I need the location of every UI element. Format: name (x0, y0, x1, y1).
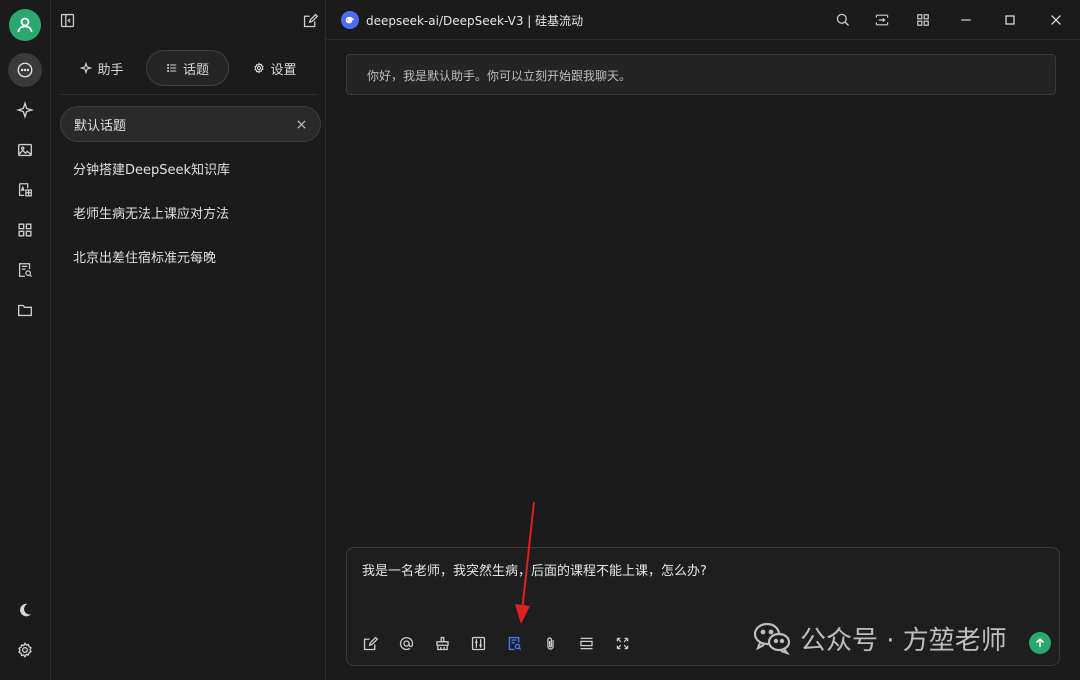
topic-item-default[interactable]: 默认话题 (60, 106, 321, 142)
grid-icon (917, 14, 929, 26)
sidebar-toggle-icon (60, 13, 74, 27)
image-icon (18, 143, 32, 157)
close-icon (1051, 15, 1061, 25)
mention-tool[interactable] (396, 633, 416, 653)
topic-item[interactable]: 北京出差住宿标准元每晚 (60, 238, 321, 274)
icon-rail (0, 0, 51, 680)
search-icon (836, 13, 850, 27)
panel-toolbar (51, 0, 326, 40)
assistant-greeting: 你好，我是默认助手。你可以立刻开始跟我聊天。 (346, 54, 1056, 95)
list-icon (167, 63, 177, 73)
close-icon (296, 119, 306, 129)
minimize-button[interactable] (955, 9, 977, 31)
knowledge-base-tool[interactable] (504, 633, 524, 653)
tab-assistant[interactable]: 助手 (68, 50, 136, 86)
gear-icon (254, 62, 265, 74)
tab-settings[interactable]: 设置 (240, 50, 310, 86)
settings-tool[interactable] (468, 633, 488, 653)
split-layout-icon (875, 14, 889, 26)
grid-icon (18, 223, 32, 237)
expand-lines-icon (579, 637, 593, 649)
attach-tool[interactable] (540, 633, 560, 653)
moon-icon (20, 603, 32, 617)
edit-icon (303, 13, 318, 27)
send-button[interactable] (1029, 632, 1051, 654)
knowledge-base-icon (508, 636, 521, 650)
gear-icon (18, 641, 32, 659)
topic-label: 分钟搭建DeepSeek知识库 (73, 162, 231, 178)
wechat-watermark: 公众号 · 方堃老师 (752, 618, 1007, 658)
document-search-icon (18, 263, 33, 278)
new-chat-button[interactable] (299, 9, 321, 31)
apps-button[interactable] (912, 9, 934, 31)
sparkle-icon (80, 62, 93, 74)
topic-label: 默认话题 (74, 118, 127, 134)
tab-label: 助手 (97, 62, 124, 78)
topic-label: 北京出差住宿标准元每晚 (73, 250, 217, 266)
panel-tabs: 助手 话题 设置 (60, 50, 318, 86)
title-bar: deepseek-ai/DeepSeek-V3 | 硅基流动 (326, 0, 1080, 40)
rail-apps-button[interactable] (8, 213, 42, 247)
folder-icon (18, 304, 32, 317)
new-topic-tool[interactable] (360, 633, 380, 653)
new-topic-icon (363, 636, 378, 650)
topic-panel: 助手 话题 设置 默认话题 分钟搭建DeepSeek知识库 老师生病无法上课应对… (51, 0, 326, 680)
toggle-sidebar-button[interactable] (56, 9, 78, 31)
minimize-icon (961, 19, 971, 21)
annotation-arrow (515, 501, 535, 624)
rail-agents-button[interactable] (8, 93, 42, 127)
topic-item[interactable]: 老师生病无法上课应对方法 (60, 194, 321, 230)
user-avatar[interactable] (9, 9, 41, 41)
watermark-text: 公众号 · 方堃老师 (800, 625, 1007, 656)
rail-settings-button[interactable] (8, 633, 42, 667)
close-topic-button[interactable] (294, 117, 308, 131)
model-selector[interactable]: deepseek-ai/DeepSeek-V3 | 硅基流动 (366, 12, 583, 29)
paperclip-icon (546, 636, 554, 650)
chat-bubble-icon (17, 62, 33, 78)
maximize-button[interactable] (999, 9, 1021, 31)
rail-files-button[interactable] (8, 293, 42, 327)
arrow-up-icon (1035, 637, 1045, 647)
broom-icon (435, 636, 449, 650)
rail-knowledge-button[interactable] (8, 253, 42, 287)
tab-label: 话题 (182, 62, 209, 78)
tab-label: 设置 (270, 62, 297, 78)
layout-button[interactable] (871, 9, 893, 31)
fullscreen-icon (616, 637, 628, 649)
rail-chat-button[interactable] (8, 53, 42, 87)
wechat-icon (753, 622, 791, 656)
maximize-icon (1005, 15, 1015, 25)
search-button[interactable] (832, 9, 854, 31)
tabs-divider (60, 94, 318, 95)
model-logo (341, 11, 359, 29)
mention-icon (399, 636, 413, 650)
fullscreen-tool[interactable] (612, 633, 632, 653)
sparkle-icon (16, 101, 34, 119)
topic-item[interactable]: 分钟搭建DeepSeek知识库 (60, 150, 321, 186)
whale-icon (345, 16, 355, 24)
topic-label: 老师生病无法上课应对方法 (73, 206, 230, 222)
close-window-button[interactable] (1045, 9, 1067, 31)
translate-icon (18, 183, 32, 197)
user-icon (17, 17, 33, 33)
rail-translate-button[interactable] (8, 173, 42, 207)
sliders-icon (471, 636, 485, 650)
tab-topics[interactable]: 话题 (146, 50, 229, 86)
clear-tool[interactable] (432, 633, 452, 653)
expand-input-tool[interactable] (576, 633, 596, 653)
rail-images-button[interactable] (8, 133, 42, 167)
rail-theme-button[interactable] (8, 593, 42, 627)
